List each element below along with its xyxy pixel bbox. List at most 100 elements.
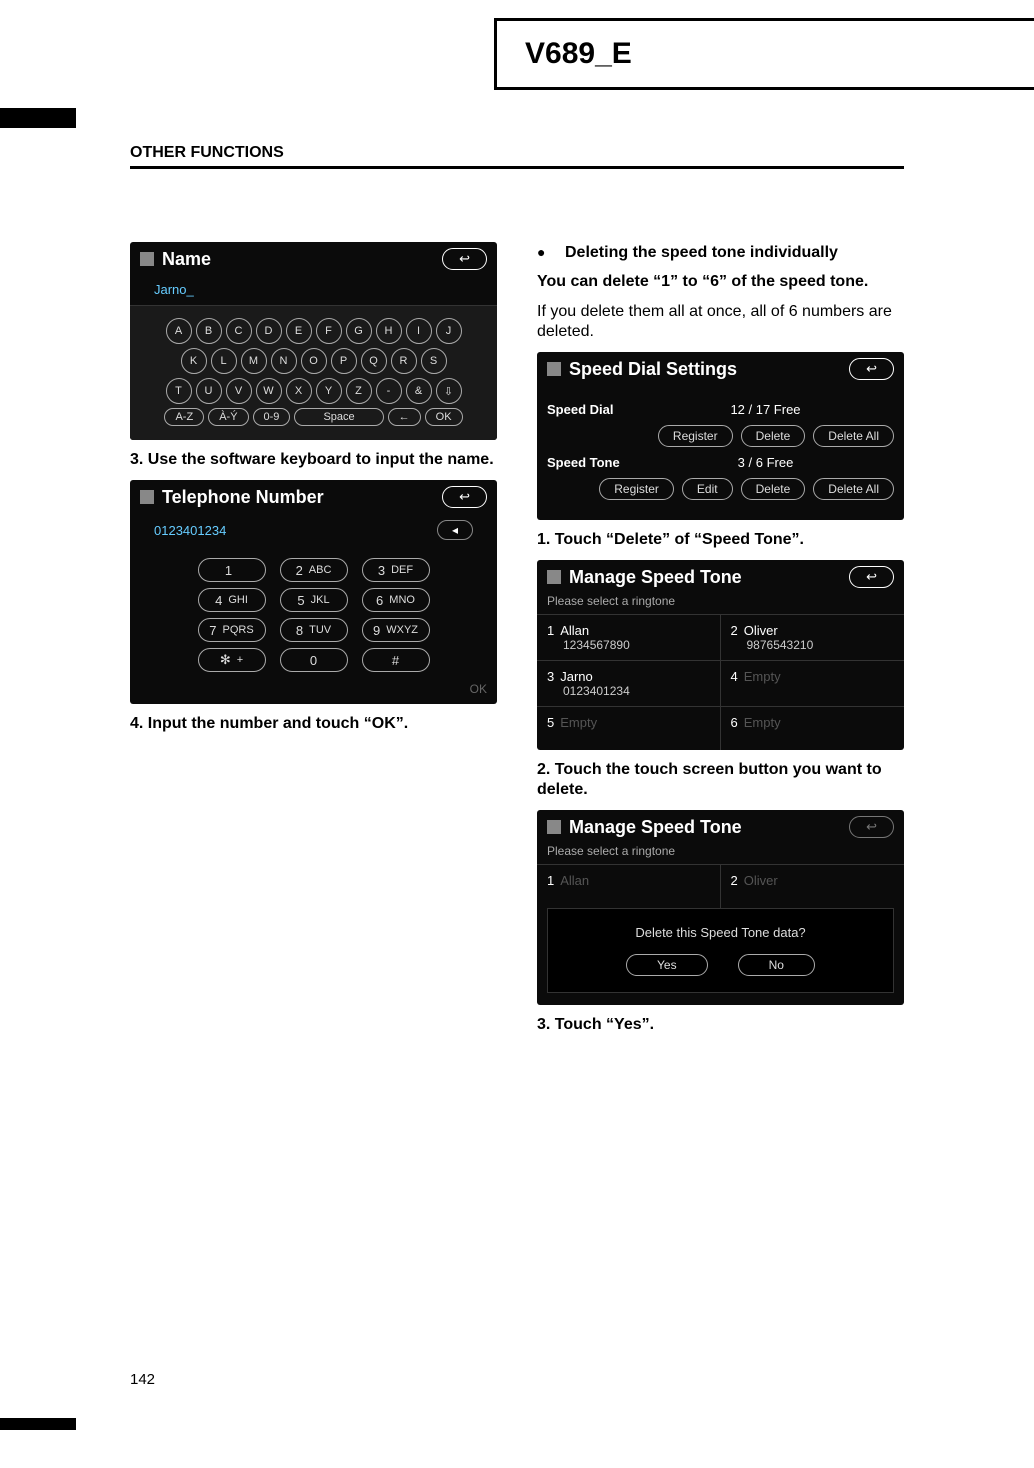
tone-cell-1[interactable]: 1Allan 1234567890: [537, 614, 721, 660]
key[interactable]: X: [286, 378, 312, 404]
key[interactable]: E: [286, 318, 312, 344]
ok-button[interactable]: OK: [470, 682, 487, 696]
key[interactable]: L: [211, 348, 237, 374]
delete-all-button[interactable]: Delete All: [813, 425, 894, 447]
key[interactable]: P: [331, 348, 357, 374]
pad-key-star[interactable]: ✻+: [198, 648, 266, 672]
screenshot-confirm-delete: Manage Speed Tone ↩ Please select a ring…: [537, 810, 904, 1005]
dialog-message: Delete this Speed Tone data?: [558, 925, 883, 940]
back-button[interactable]: ↩: [849, 358, 894, 380]
key-mode-az[interactable]: A-Z: [164, 408, 204, 426]
subtitle: Please select a ringtone: [537, 594, 904, 614]
window-icon: [547, 362, 561, 376]
step-2-text: 2. Touch the touch screen button you wan…: [537, 760, 904, 800]
key[interactable]: M: [241, 348, 267, 374]
window-title: Manage Speed Tone: [569, 567, 742, 588]
speed-tone-free: 3 / 6 Free: [738, 455, 794, 470]
pad-key-2[interactable]: 2ABC: [280, 558, 348, 582]
key[interactable]: O: [301, 348, 327, 374]
tone-cell-6: 6Empty: [721, 706, 905, 750]
page-number: 142: [130, 1371, 155, 1388]
key[interactable]: G: [346, 318, 372, 344]
key-shift-icon[interactable]: ⇩: [436, 378, 462, 404]
screenshot-speed-dial-settings: Speed Dial Settings ↩ Speed Dial 12 / 17…: [537, 352, 904, 520]
back-button[interactable]: ↩: [442, 486, 487, 508]
window-title: Manage Speed Tone: [569, 817, 742, 838]
key[interactable]: A: [166, 318, 192, 344]
step-3-text: 3. Use the software keyboard to input th…: [130, 450, 497, 470]
pad-key-9[interactable]: 9WXYZ: [362, 618, 430, 642]
confirm-dialog: Delete this Speed Tone data? Yes No: [547, 908, 894, 993]
key[interactable]: F: [316, 318, 342, 344]
header-box: V689_E: [494, 18, 1034, 90]
pad-key-5[interactable]: 5JKL: [280, 588, 348, 612]
window-icon: [547, 820, 561, 834]
key[interactable]: C: [226, 318, 252, 344]
back-button-disabled: ↩: [849, 816, 894, 838]
tone-cell-5: 5Empty: [537, 706, 721, 750]
key[interactable]: B: [196, 318, 222, 344]
pad-key-3[interactable]: 3DEF: [362, 558, 430, 582]
paragraph-1: You can delete “1” to “6” of the speed t…: [537, 272, 904, 292]
section-heading: OTHER FUNCTIONS: [130, 144, 904, 169]
doc-title: V689_E: [525, 37, 632, 71]
key-ok[interactable]: OK: [425, 408, 463, 426]
window-icon: [140, 490, 154, 504]
tone-cell-3[interactable]: 3Jarno 0123401234: [537, 660, 721, 706]
key[interactable]: Q: [361, 348, 387, 374]
right-column: Deleting the speed tone individually You…: [537, 234, 904, 1338]
paragraph-2: If you delete them all at once, all of 6…: [537, 302, 904, 342]
ghost-cell-1: 1Allan: [537, 864, 721, 908]
delete-all-button[interactable]: Delete All: [813, 478, 894, 500]
key-space[interactable]: Space: [294, 408, 383, 426]
key[interactable]: W: [256, 378, 282, 404]
delete-button[interactable]: Delete: [741, 425, 806, 447]
key-mode-09[interactable]: 0-9: [253, 408, 291, 426]
pad-key-6[interactable]: 6MNO: [362, 588, 430, 612]
key-backspace[interactable]: ←: [388, 408, 421, 426]
pad-key-0[interactable]: 0: [280, 648, 348, 672]
pad-key-1[interactable]: 1: [198, 558, 266, 582]
register-button[interactable]: Register: [658, 425, 733, 447]
speed-dial-free: 12 / 17 Free: [730, 402, 800, 417]
register-button[interactable]: Register: [599, 478, 674, 500]
header-black-block: [0, 108, 76, 128]
key[interactable]: D: [256, 318, 282, 344]
step-3-right-text: 3. Touch “Yes”.: [537, 1015, 904, 1035]
key[interactable]: -: [376, 378, 402, 404]
key[interactable]: K: [181, 348, 207, 374]
key[interactable]: I: [406, 318, 432, 344]
pad-key-7[interactable]: 7PQRS: [198, 618, 266, 642]
key[interactable]: Y: [316, 378, 342, 404]
pad-key-8[interactable]: 8TUV: [280, 618, 348, 642]
key-mode-accent[interactable]: À-Ý: [208, 408, 248, 426]
back-button[interactable]: ↩: [442, 248, 487, 270]
screenshot-name-keyboard: Name ↩ Jarno_ A B C D E F G H I J: [130, 242, 497, 440]
key[interactable]: U: [196, 378, 222, 404]
key[interactable]: &: [406, 378, 432, 404]
key[interactable]: S: [421, 348, 447, 374]
tone-cell-2[interactable]: 2Oliver 9876543210: [721, 614, 905, 660]
edit-button[interactable]: Edit: [682, 478, 733, 500]
delete-button[interactable]: Delete: [741, 478, 806, 500]
pad-key-hash[interactable]: #: [362, 648, 430, 672]
key[interactable]: R: [391, 348, 417, 374]
backspace-button[interactable]: ◂: [437, 520, 473, 540]
yes-button[interactable]: Yes: [626, 954, 708, 976]
subtitle: Please select a ringtone: [537, 844, 904, 864]
key[interactable]: T: [166, 378, 192, 404]
pad-key-4[interactable]: 4GHI: [198, 588, 266, 612]
back-button[interactable]: ↩: [849, 566, 894, 588]
left-column: Name ↩ Jarno_ A B C D E F G H I J: [130, 234, 497, 1338]
key[interactable]: H: [376, 318, 402, 344]
key[interactable]: V: [226, 378, 252, 404]
key[interactable]: N: [271, 348, 297, 374]
screenshot-telephone-number: Telephone Number ↩ 0123401234 ◂ 1 2ABC 3…: [130, 480, 497, 704]
phone-input-value[interactable]: 0123401234: [154, 523, 226, 538]
no-button[interactable]: No: [738, 954, 815, 976]
name-input[interactable]: Jarno_: [130, 276, 497, 306]
key[interactable]: Z: [346, 378, 372, 404]
window-icon: [547, 570, 561, 584]
key[interactable]: J: [436, 318, 462, 344]
name-input-value: Jarno: [154, 282, 187, 297]
